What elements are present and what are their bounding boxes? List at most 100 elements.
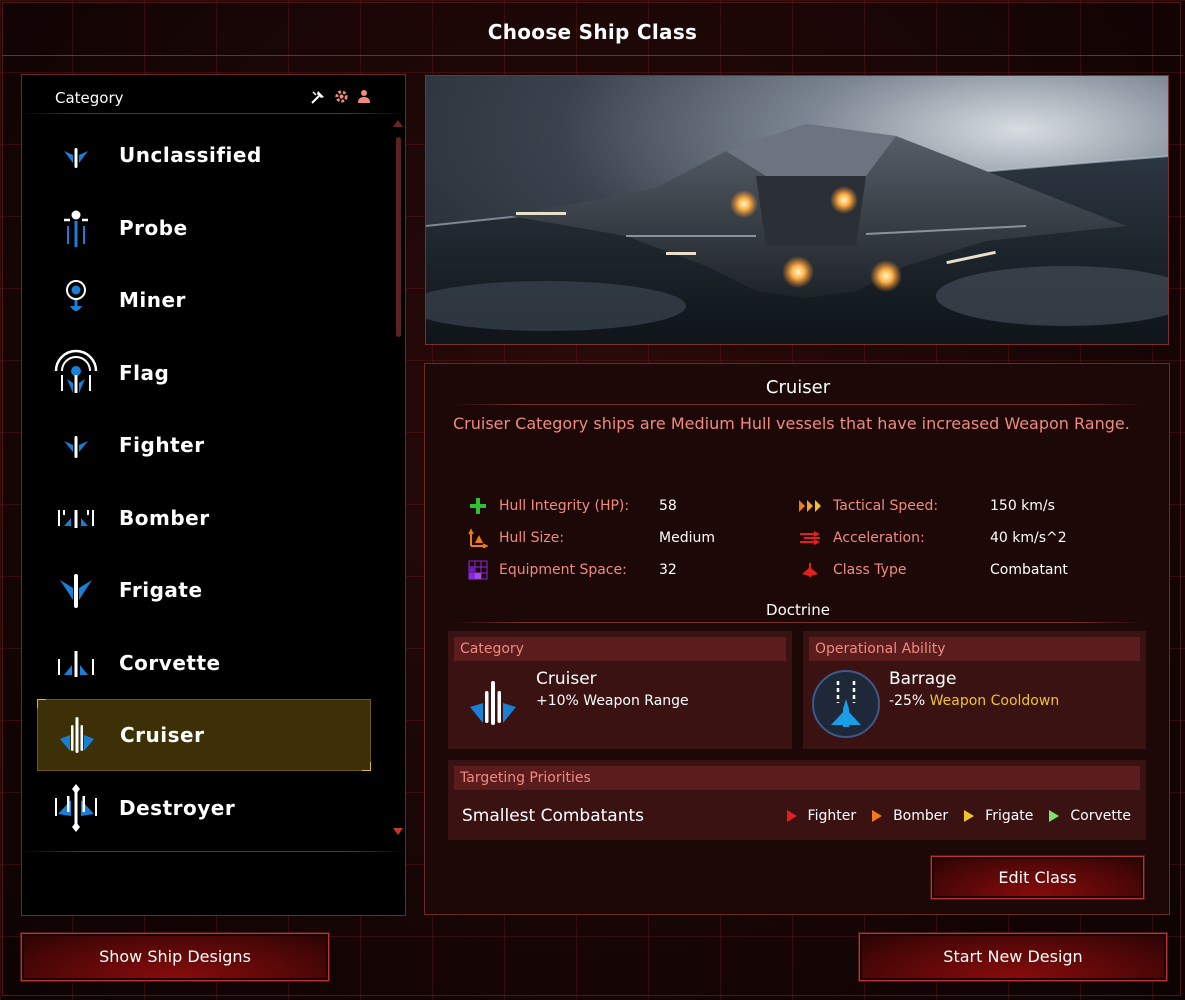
priority-list: Fighter Bomber Frigate Corvette [771, 808, 1131, 824]
barrage-ability-icon[interactable] [811, 669, 881, 743]
title-divider [453, 404, 1143, 405]
class-detail-panel: Cruiser Cruiser Category ships are Mediu… [424, 363, 1170, 915]
category-item-label: Corvette [119, 650, 221, 675]
stat-value: 150 km/s [990, 498, 1055, 514]
box-header-label: Operational Ability [815, 641, 946, 657]
crew-icon[interactable] [357, 89, 371, 110]
stat-value: Combatant [990, 562, 1068, 578]
fighter-ship-icon [51, 420, 101, 470]
category-item-miner[interactable]: Miner [37, 264, 371, 336]
stat-value: Medium [659, 530, 715, 546]
stat-label: Hull Integrity (HP): [499, 498, 630, 514]
category-panel: Category Unclassified Probe Miner Flag F… [21, 74, 407, 916]
ability-bonus-value: -25% [889, 693, 926, 709]
show-ship-designs-button[interactable]: Show Ship Designs [21, 933, 329, 981]
box-header: Operational Ability [809, 637, 1140, 661]
class-type-icon [798, 560, 822, 580]
frigate-ship-icon [51, 565, 101, 615]
hull-size-icon [468, 528, 488, 548]
box-header-label: Targeting Priorities [460, 770, 591, 786]
targeting-priorities-box: Targeting Priorities [448, 760, 1146, 840]
doctrine-category-box: Category Cruiser +10% Weapon Range [448, 631, 792, 749]
stat-tactical-speed: Tactical Speed: [798, 496, 938, 516]
category-item-label: Probe [119, 215, 188, 240]
priority-arrow-icon [872, 810, 883, 822]
start-new-design-button[interactable]: Start New Design [859, 933, 1167, 981]
stat-hull-size: Hull Size: [468, 528, 564, 548]
tools-icon[interactable] [310, 89, 326, 110]
category-item-frigate[interactable]: Frigate [37, 554, 371, 626]
edit-class-button[interactable]: Edit Class [931, 856, 1144, 899]
doctrine-divider [453, 622, 1143, 623]
cruiser-ship-icon [468, 679, 518, 731]
cruiser-ship-icon [52, 710, 102, 760]
targeting-label: Smallest Combatants [462, 806, 645, 826]
category-item-corvette[interactable]: Corvette [37, 627, 371, 699]
edit-class-label: Edit Class [998, 868, 1077, 887]
scrollbar-thumb[interactable] [396, 137, 401, 337]
category-item-flag[interactable]: Flag [37, 337, 371, 409]
probe-ship-icon [51, 203, 101, 253]
screen-title: Choose Ship Class [487, 20, 698, 44]
list-bottom-divider [22, 851, 407, 852]
stat-value: 32 [659, 562, 677, 578]
ability-bonus-label: Weapon Cooldown [929, 693, 1060, 709]
box-header: Targeting Priorities [454, 766, 1140, 790]
priority-item: Fighter [807, 808, 857, 824]
priority-arrow-icon [1049, 810, 1060, 822]
stat-label: Equipment Space: [499, 562, 627, 578]
gear-icon[interactable] [334, 89, 349, 110]
category-item-label: Fighter [119, 433, 205, 457]
flag-ship-icon [51, 348, 101, 398]
category-item-cruiser[interactable]: Cruiser [37, 699, 371, 771]
ability-bonus: -25% Weapon Cooldown [889, 693, 1059, 709]
title-bar: Choose Ship Class [2, 8, 1183, 56]
stat-value: 58 [659, 498, 677, 514]
stat-label: Acceleration: [833, 530, 925, 546]
category-item-probe[interactable]: Probe [37, 192, 371, 264]
box-header-label: Category [460, 641, 524, 657]
box-header: Category [454, 637, 786, 661]
category-item-label: Cruiser [120, 723, 205, 747]
priority-arrow-icon [786, 810, 797, 822]
show-ship-designs-label: Show Ship Designs [99, 947, 251, 966]
class-description: Cruiser Category ships are Medium Hull v… [453, 414, 1130, 433]
category-item-label: Destroyer [119, 795, 236, 820]
ability-name: Barrage [889, 669, 957, 689]
stat-acceleration: Acceleration: [798, 528, 925, 548]
equipment-space-icon [468, 560, 488, 580]
destroyer-ship-icon [51, 783, 101, 833]
doctrine-category-name: Cruiser [536, 669, 597, 689]
priority-item: Corvette [1070, 808, 1131, 824]
scroll-up-arrow[interactable] [393, 120, 403, 127]
doctrine-category-bonus: +10% Weapon Range [536, 693, 689, 709]
stat-equipment-space: Equipment Space: [468, 560, 627, 580]
doctrine-title: Doctrine [766, 601, 830, 619]
stat-label: Tactical Speed: [833, 498, 939, 514]
ship-class-image [425, 75, 1169, 345]
category-item-fighter[interactable]: Fighter [37, 409, 371, 481]
header-divider [22, 113, 407, 114]
stat-label: Hull Size: [499, 530, 565, 546]
hull-integrity-icon [468, 496, 488, 516]
category-item-label: Miner [119, 288, 186, 312]
tactical-speed-icon [798, 496, 822, 516]
miner-ship-icon [51, 275, 101, 325]
category-item-label: Unclassified [119, 143, 262, 167]
category-item-unclassified[interactable]: Unclassified [37, 119, 371, 191]
category-item-bomber[interactable]: Bomber [37, 482, 371, 554]
unclassified-ship-icon [51, 130, 101, 180]
start-new-design-label: Start New Design [943, 947, 1083, 966]
operational-ability-box: Operational Ability Barrage -25% Weapon … [803, 631, 1146, 749]
category-item-destroyer[interactable]: Destroyer [37, 772, 371, 844]
scroll-down-arrow[interactable] [393, 828, 403, 835]
bomber-ship-icon [51, 493, 101, 543]
acceleration-icon [798, 528, 822, 548]
stat-label: Class Type [833, 562, 907, 578]
stat-value: 40 km/s^2 [990, 530, 1067, 546]
category-header-icons [310, 89, 371, 110]
category-item-label: Frigate [119, 578, 203, 602]
category-header: Category [55, 89, 124, 107]
class-name: Cruiser [765, 377, 831, 398]
priority-item: Frigate [985, 808, 1034, 824]
